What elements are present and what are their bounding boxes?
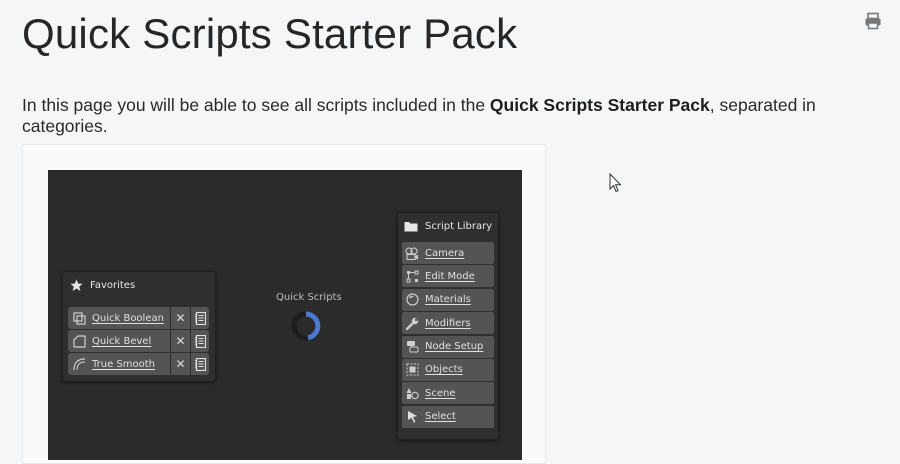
favorite-true-smooth-button[interactable]: True Smooth [68, 353, 170, 375]
library-objects-button[interactable]: Objects [402, 358, 494, 381]
library-item-label: Materials [425, 294, 471, 306]
folder-icon [404, 219, 418, 233]
favorites-header: Favorites [63, 272, 215, 298]
library-item-label: Objects [425, 364, 463, 376]
favorite-row: Quick Bevel ✕ [68, 330, 215, 352]
object-icon [405, 363, 419, 377]
library-materials-button[interactable]: Materials [402, 288, 494, 311]
intro-text-bold: Quick Scripts Starter Pack [489, 95, 710, 115]
library-item-label: Node Setup [425, 341, 484, 353]
library-scene-button[interactable]: Scene [402, 382, 494, 405]
script-library-title: Script Library [425, 220, 493, 232]
library-node-setup-button[interactable]: Node Setup [402, 335, 494, 358]
select-icon [405, 410, 419, 424]
script-library-header: Script Library [398, 213, 498, 239]
script-doc-button[interactable] [191, 307, 209, 329]
document-icon [194, 357, 206, 371]
node-icon [405, 340, 419, 354]
boolean-icon [72, 311, 86, 325]
remove-favorite-button[interactable]: ✕ [171, 353, 190, 375]
document-icon [194, 334, 206, 348]
library-camera-button[interactable]: Camera [402, 242, 494, 264]
print-icon[interactable] [864, 12, 882, 30]
favorite-row: True Smooth ✕ [68, 353, 215, 375]
smooth-icon [72, 357, 86, 371]
script-doc-button[interactable] [191, 330, 209, 352]
favorites-title: Favorites [90, 279, 136, 291]
favorite-label: Quick Bevel [92, 335, 152, 347]
page-title: Quick Scripts Starter Pack [22, 10, 518, 57]
library-item-label: Scene [425, 387, 456, 399]
favorite-label: True Smooth [92, 358, 156, 370]
bevel-icon [72, 334, 86, 348]
remove-favorite-button[interactable]: ✕ [171, 330, 190, 352]
loading-spinner-icon [291, 311, 321, 341]
script-doc-button[interactable] [191, 353, 209, 375]
document-icon [194, 311, 206, 325]
library-item-label: Camera [425, 247, 465, 259]
addon-screenshot: Favorites Quick Boolean ✕ Quick Bevel ✕ … [48, 170, 522, 460]
edit-mode-icon [405, 269, 419, 283]
library-edit-mode-button[interactable]: Edit Mode [402, 265, 494, 288]
favorite-quick-bevel-button[interactable]: Quick Bevel [68, 330, 170, 352]
materials-icon [405, 293, 419, 307]
library-select-button[interactable]: Select [402, 405, 494, 428]
camera-icon [405, 246, 419, 260]
library-item-label: Select [425, 411, 456, 423]
quick-scripts-label: Quick Scripts [276, 292, 342, 303]
favorite-quick-boolean-button[interactable]: Quick Boolean [68, 307, 170, 329]
intro-text: In this page you will be able to see all… [22, 95, 900, 137]
library-modifiers-button[interactable]: Modifiers [402, 312, 494, 335]
favorites-panel: Favorites Quick Boolean ✕ Quick Bevel ✕ … [62, 271, 216, 382]
remove-favorite-button[interactable]: ✕ [171, 307, 190, 329]
library-item-label: Edit Mode [425, 270, 475, 282]
script-library-panel: Script Library Camera Edit Mode Material… [397, 212, 499, 440]
favorite-row: Quick Boolean ✕ [68, 307, 215, 329]
wrench-icon [405, 316, 419, 330]
intro-text-start: In this page you will be able to see all… [22, 95, 490, 115]
scene-icon [405, 386, 419, 400]
mouse-cursor-icon [609, 173, 622, 193]
favorite-label: Quick Boolean [92, 312, 164, 324]
star-icon [69, 278, 83, 292]
library-item-label: Modifiers [425, 317, 471, 329]
